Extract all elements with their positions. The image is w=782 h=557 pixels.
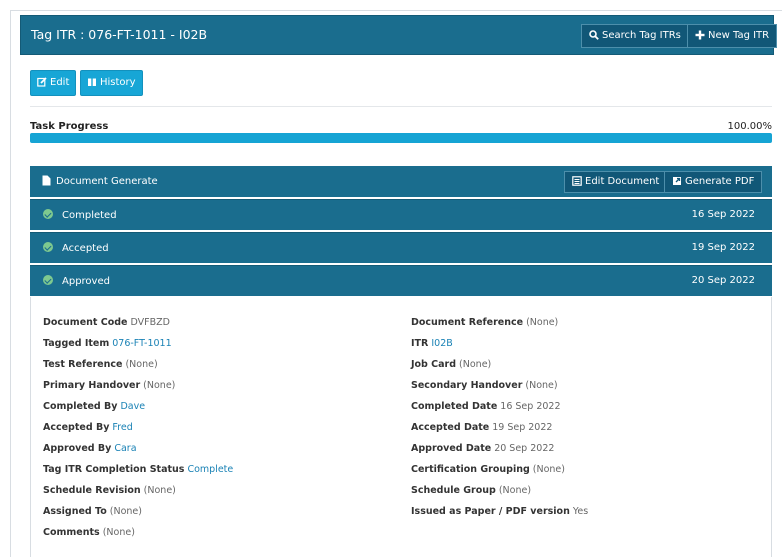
field-itr: ITR I02B <box>411 338 453 349</box>
plus-icon <box>695 30 705 40</box>
itr-link[interactable]: I02B <box>431 338 452 349</box>
completion-status-link[interactable]: Complete <box>187 464 233 475</box>
field-document-reference: Document Reference (None) <box>411 317 559 328</box>
field-schedule-revision: Schedule Revision (None) <box>43 485 176 496</box>
status-row-accepted[interactable]: Accepted 19 Sep 2022 <box>30 232 772 263</box>
book-icon <box>88 78 96 86</box>
field-certification-grouping: Certification Grouping (None) <box>411 464 565 475</box>
field-completed-by: Completed By Dave <box>43 401 146 412</box>
status-date: 19 Sep 2022 <box>691 242 755 253</box>
field-job-card: Job Card (None) <box>411 359 492 370</box>
field-accepted-date: Accepted Date 19 Sep 2022 <box>411 422 553 433</box>
history-label: History <box>100 77 136 88</box>
status-label: Accepted <box>62 243 109 254</box>
edit-button[interactable]: Edit <box>30 70 77 96</box>
document-generate-panel: Document Generate Edit Document Generate… <box>30 166 772 197</box>
status-label: Completed <box>62 210 117 221</box>
search-tag-itrs-label: Search Tag ITRs <box>602 30 681 41</box>
field-approved-by: Approved By Cara <box>43 443 137 454</box>
export-icon <box>673 177 681 185</box>
completed-by-link[interactable]: Dave <box>120 401 145 412</box>
task-progress-label: Task Progress <box>30 121 109 132</box>
document-list-icon <box>572 176 582 186</box>
task-progress-bar <box>30 133 772 143</box>
field-accepted-by: Accepted By Fred <box>43 422 133 433</box>
field-completion-status: Tag ITR Completion Status Complete <box>43 464 234 475</box>
status-date: 20 Sep 2022 <box>691 275 755 286</box>
field-approved-date: Approved Date 20 Sep 2022 <box>411 443 555 454</box>
check-circle-icon <box>43 275 53 285</box>
field-assigned-to: Assigned To (None) <box>43 506 142 517</box>
tagged-item-link[interactable]: 076-FT-1011 <box>112 338 171 349</box>
accepted-by-link[interactable]: Fred <box>112 422 132 433</box>
field-primary-handover: Primary Handover (None) <box>43 380 176 391</box>
itr-header: Tag ITR : 076-FT-1011 - I02B Search Tag … <box>20 15 778 55</box>
details-panel: Document Code DVFBZD Tagged Item 076-FT-10… <box>30 297 772 557</box>
field-document-code: Document Code DVFBZD <box>43 317 170 328</box>
field-comments: Comments (None) <box>43 527 135 538</box>
document-generate-heading: Document Generate <box>42 175 158 187</box>
edit-label: Edit <box>50 77 70 88</box>
field-secondary-handover: Secondary Handover (None) <box>411 380 558 391</box>
divider <box>30 106 772 107</box>
generate-pdf-button[interactable]: Generate PDF <box>664 171 763 193</box>
edit-icon <box>37 77 47 87</box>
page-title: Tag ITR : 076-FT-1011 - I02B <box>31 27 208 42</box>
new-tag-itr-button[interactable]: New Tag ITR <box>687 24 778 48</box>
check-circle-icon <box>43 242 53 252</box>
task-progress-fill <box>30 133 772 143</box>
edit-document-button[interactable]: Edit Document <box>564 171 668 193</box>
document-icon <box>42 175 51 186</box>
generate-pdf-label: Generate PDF <box>685 176 755 187</box>
check-circle-icon <box>43 209 53 219</box>
field-test-reference: Test Reference (None) <box>43 359 158 370</box>
task-progress-value: 100.00% <box>727 121 773 132</box>
status-date: 16 Sep 2022 <box>691 209 755 220</box>
search-tag-itrs-button[interactable]: Search Tag ITRs <box>581 24 689 48</box>
field-completed-date: Completed Date 16 Sep 2022 <box>411 401 561 412</box>
status-row-approved[interactable]: Approved 20 Sep 2022 <box>30 265 772 296</box>
status-label: Approved <box>62 276 110 287</box>
field-tagged-item: Tagged Item 076-FT-1011 <box>43 338 172 349</box>
field-schedule-group: Schedule Group (None) <box>411 485 532 496</box>
approved-by-link[interactable]: Cara <box>114 443 136 454</box>
field-issued-as-paper: Issued as Paper / PDF version Yes <box>411 506 589 517</box>
new-tag-itr-label: New Tag ITR <box>708 30 770 41</box>
status-row-completed[interactable]: Completed 16 Sep 2022 <box>30 199 772 230</box>
history-button[interactable]: History <box>80 70 143 96</box>
document-generate-label: Document Generate <box>56 176 158 187</box>
search-icon <box>589 30 599 40</box>
edit-document-label: Edit Document <box>585 176 660 187</box>
